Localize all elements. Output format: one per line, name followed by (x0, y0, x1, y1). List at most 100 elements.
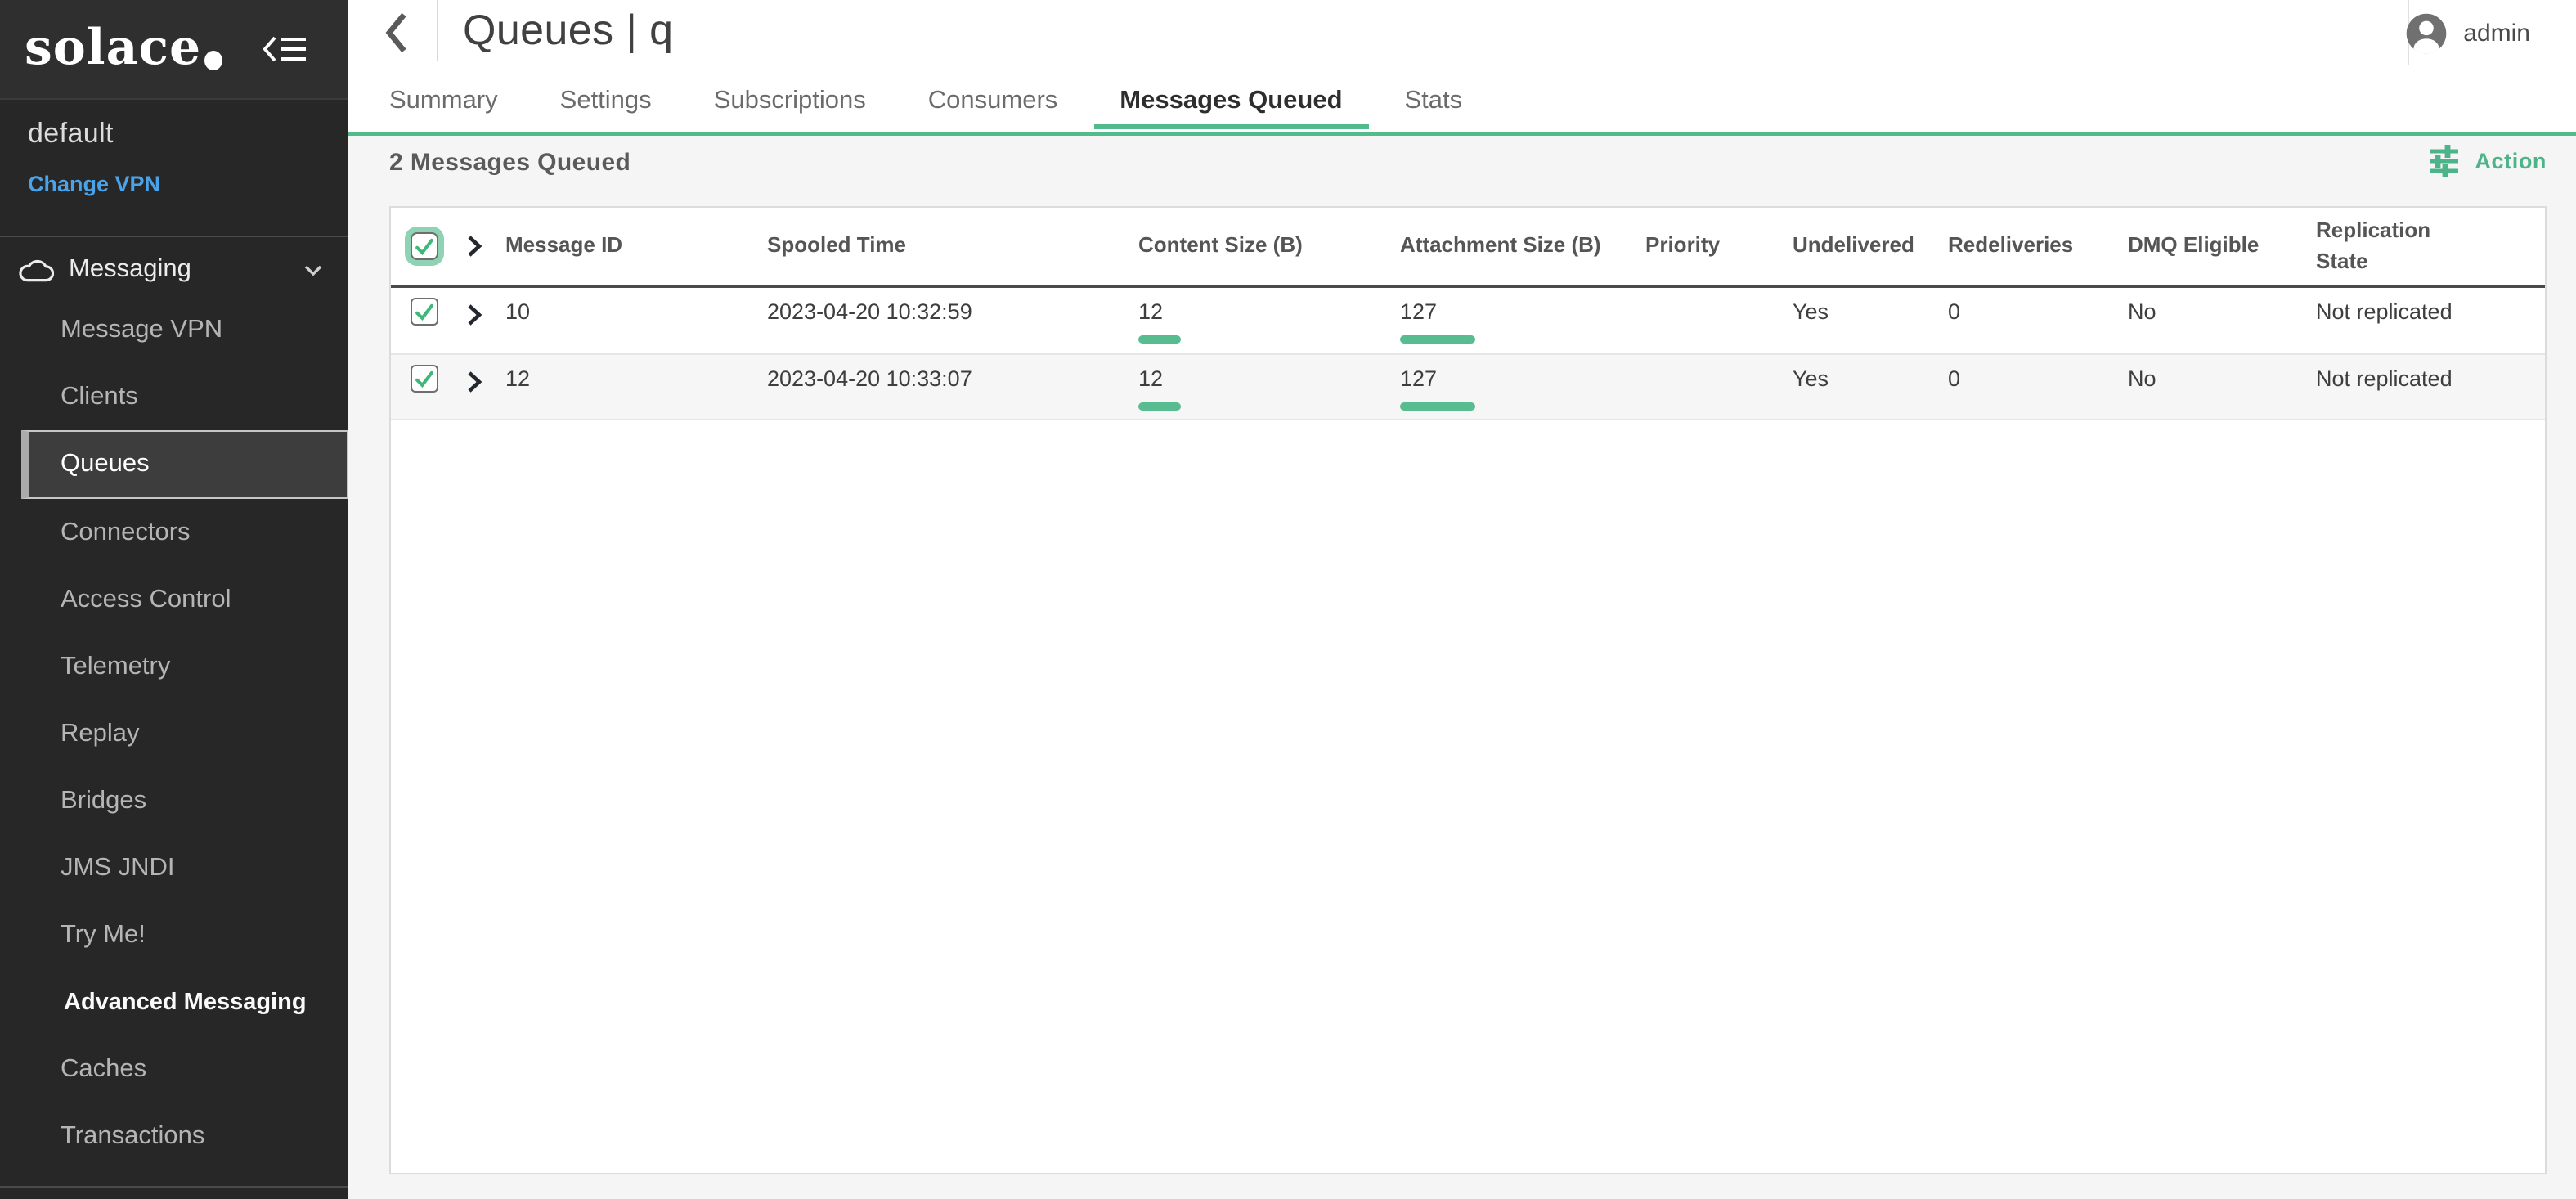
cell-dmq-eligible: No (2118, 355, 2306, 419)
row-checkbox[interactable] (411, 365, 438, 393)
cell-priority (1636, 355, 1783, 419)
sidebar-item-jms-jndi[interactable]: JMS JNDI (0, 834, 348, 901)
sidebar-divider (0, 1186, 348, 1188)
column-header-content-size: Content Size (B) (1129, 231, 1390, 262)
sidebar-item-caches[interactable]: Caches (0, 1035, 348, 1102)
cloud-icon (18, 258, 54, 282)
sidebar-nav: Message VPN Clients Queues Connectors Ac… (0, 296, 348, 968)
action-filter-icon (2427, 144, 2462, 178)
cell-message-id: 12 (496, 355, 757, 419)
action-button-label: Action (2475, 149, 2547, 173)
column-header-priority: Priority (1636, 231, 1783, 262)
column-header-replication-state: Replication State (2306, 215, 2545, 276)
collapse-sidebar-button[interactable] (263, 34, 307, 64)
attachment-size-bar (1400, 335, 1475, 344)
messages-table: Message ID Spooled Time Content Size (B)… (389, 206, 2547, 1174)
table-row[interactable]: 10 2023-04-20 10:32:59 12 127 Yes 0 No N… (391, 288, 2545, 355)
sidebar-item-queues[interactable]: Queues (21, 430, 348, 499)
header-checkbox-cell (391, 232, 453, 260)
messages-queued-count: 2 Messages Queued (389, 149, 631, 177)
column-header-undelivered: Undelivered (1783, 231, 1938, 262)
sidebar-item-try-me[interactable]: Try Me! (0, 901, 348, 968)
checkmark-icon (412, 366, 437, 391)
change-vpn-link[interactable]: Change VPN (28, 172, 160, 196)
column-header-message-id: Message ID (496, 231, 757, 262)
topbar: Queues | q admin Summary Settings Subscr… (348, 0, 2576, 136)
cell-undelivered: Yes (1783, 288, 1938, 353)
sidebar-item-transactions[interactable]: Transactions (0, 1102, 348, 1170)
cell-replication-state: Not replicated (2306, 355, 2545, 419)
sidebar-subheader-advanced-messaging: Advanced Messaging (0, 968, 348, 1035)
content-area: 2 Messages Queued (348, 136, 2576, 1174)
cell-attachment-size: 127 (1390, 355, 1636, 419)
attachment-size-bar (1400, 402, 1475, 411)
cell-spooled-time: 2023-04-20 10:33:07 (757, 355, 1129, 419)
row-checkbox[interactable] (411, 298, 438, 326)
row-checkbox-cell (391, 288, 453, 353)
expand-row-icon[interactable] (466, 370, 482, 394)
user-avatar-icon (2404, 11, 2448, 56)
cell-replication-state: Not replicated (2306, 288, 2545, 353)
content-size-bar (1138, 335, 1181, 344)
header-expand-cell (453, 234, 496, 258)
sidebar-item-bridges[interactable]: Bridges (0, 767, 348, 834)
solace-logo: solace (25, 25, 222, 74)
sidebar-item-clients[interactable]: Clients (0, 363, 348, 430)
row-checkbox-cell (391, 355, 453, 419)
cell-content-size: 12 (1129, 355, 1390, 419)
main-area: Queues | q admin Summary Settings Subscr… (348, 0, 2576, 1199)
user-name: admin (2463, 20, 2530, 47)
cell-undelivered: Yes (1783, 355, 1938, 419)
content-header: 2 Messages Queued (389, 149, 2547, 185)
checkmark-icon (412, 234, 437, 258)
sidebar-section-messaging[interactable]: Messaging (0, 244, 348, 296)
sidebar-nav-advanced: Caches Transactions (0, 1035, 348, 1170)
vpn-block: default Change VPN (0, 100, 348, 237)
tab-summary[interactable]: Summary (389, 87, 498, 132)
table-header-row: Message ID Spooled Time Content Size (B)… (391, 208, 2545, 288)
column-header-attachment-size: Attachment Size (B) (1390, 231, 1636, 262)
select-all-checkbox[interactable] (411, 232, 438, 260)
cell-priority (1636, 288, 1783, 353)
action-button[interactable]: Action (2427, 144, 2547, 178)
app-window: solace default Change VPN Messaging (0, 0, 2576, 1199)
tab-messages-queued[interactable]: Messages Queued (1120, 87, 1342, 132)
sidebar: solace default Change VPN Messaging (0, 0, 348, 1199)
tab-bar: Summary Settings Subscriptions Consumers… (389, 75, 1462, 132)
sidebar-item-replay[interactable]: Replay (0, 700, 348, 767)
user-menu[interactable]: admin (2404, 11, 2530, 56)
table-row[interactable]: 12 2023-04-20 10:33:07 12 127 Yes 0 No N… (391, 355, 2545, 420)
checkmark-icon (412, 299, 437, 324)
collapse-sidebar-icon (263, 34, 307, 64)
cell-message-id: 10 (496, 288, 757, 353)
expand-all-icon[interactable] (466, 234, 482, 258)
tab-subscriptions[interactable]: Subscriptions (714, 87, 866, 132)
tab-stats[interactable]: Stats (1405, 87, 1463, 132)
cell-attachment-size: 127 (1390, 288, 1636, 353)
cell-redeliveries: 0 (1938, 355, 2118, 419)
tab-consumers[interactable]: Consumers (928, 87, 1058, 132)
cell-content-size: 12 (1129, 288, 1390, 353)
title-divider (437, 0, 438, 61)
logo-dot (204, 51, 222, 70)
row-expand-cell (453, 288, 496, 353)
cell-dmq-eligible: No (2118, 288, 2306, 353)
logo-wordmark: solace (25, 25, 201, 74)
cell-redeliveries: 0 (1938, 288, 2118, 353)
row-expand-cell (453, 355, 496, 419)
page-title: Queues | q (463, 5, 673, 56)
sidebar-item-connectors[interactable]: Connectors (0, 499, 348, 566)
chevron-down-icon[interactable] (304, 264, 329, 276)
sidebar-item-access-control[interactable]: Access Control (0, 566, 348, 633)
back-icon (384, 11, 409, 54)
expand-row-icon[interactable] (466, 303, 482, 327)
tab-settings[interactable]: Settings (560, 87, 652, 132)
sidebar-item-message-vpn[interactable]: Message VPN (0, 296, 348, 363)
column-header-redeliveries: Redeliveries (1938, 231, 2118, 262)
content-size-bar (1138, 402, 1181, 411)
column-header-spooled-time: Spooled Time (757, 231, 1129, 262)
sidebar-section-label: Messaging (69, 255, 191, 285)
current-vpn-name: default (28, 118, 321, 150)
sidebar-item-telemetry[interactable]: Telemetry (0, 633, 348, 700)
back-button[interactable] (384, 11, 409, 59)
